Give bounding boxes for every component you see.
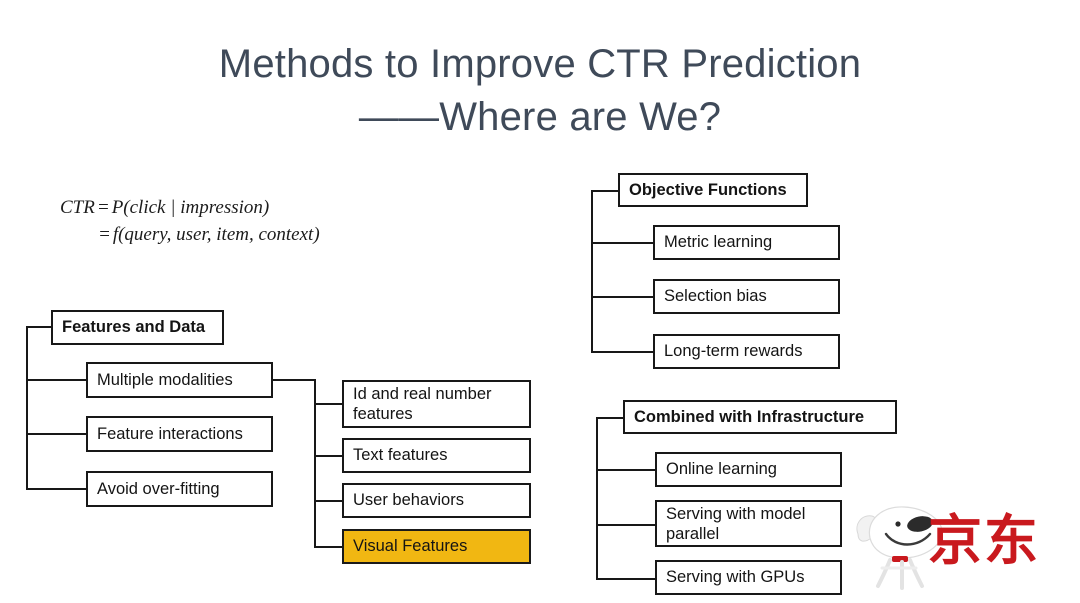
node-serving-with-model-parallel[interactable]: Serving with model parallel	[655, 500, 842, 547]
node-visual-features[interactable]: Visual Features	[342, 529, 531, 564]
node-label: Text features	[353, 446, 448, 464]
objective-trunk-vertical	[591, 190, 593, 353]
node-multiple-modalities[interactable]: Multiple modalities	[86, 362, 273, 398]
modality-detail-stub-1	[314, 403, 344, 405]
page-title-line2: ——Where are We?	[358, 95, 722, 139]
infrastructure-trunk-vertical	[596, 417, 598, 580]
node-objective-functions[interactable]: Objective Functions	[618, 173, 808, 207]
node-label: User behaviors	[353, 491, 464, 509]
infrastructure-trunk-stub-head	[596, 417, 625, 419]
jd-brand-text: 京东	[928, 509, 1040, 572]
modality-detail-connector	[271, 379, 316, 381]
node-label: Online learning	[666, 460, 777, 478]
ctr-formula-eq1: =	[96, 197, 110, 218]
node-long-term-rewards[interactable]: Long-term rewards	[653, 334, 840, 369]
node-features-and-data[interactable]: Features and Data	[51, 310, 224, 345]
modality-detail-stub-2	[314, 455, 344, 457]
features-trunk-stub-head	[26, 326, 53, 328]
page-title: Methods to Improve CTR Prediction ——Wher…	[0, 38, 1080, 144]
node-online-learning[interactable]: Online learning	[655, 452, 842, 487]
infrastructure-trunk-stub-3	[596, 578, 657, 580]
node-label: Serving with model parallel	[666, 504, 806, 543]
objective-trunk-stub-1	[591, 242, 654, 244]
ctr-formula-lhs: CTR	[60, 197, 95, 218]
objective-trunk-stub-head	[591, 190, 620, 192]
node-label: Feature interactions	[97, 424, 243, 443]
infrastructure-trunk-stub-2	[596, 524, 657, 526]
node-label: Metric learning	[664, 233, 773, 251]
ctr-formula-line2: = f(query, user, item, context)	[60, 221, 320, 248]
node-label: Objective Functions	[629, 180, 787, 199]
node-label: Long-term rewards	[664, 342, 803, 360]
node-label: Combined with Infrastructure	[634, 407, 865, 426]
ctr-formula: CTR = P(click | impression) = f(query, user…	[60, 194, 320, 248]
node-feature-interactions[interactable]: Feature interactions	[86, 416, 273, 452]
node-selection-bias[interactable]: Selection bias	[653, 279, 840, 314]
node-label: Id and real number features	[353, 385, 492, 423]
node-combined-with-infrastructure[interactable]: Combined with Infrastructure	[623, 400, 897, 434]
node-label: Features and Data	[62, 318, 206, 336]
node-label: Avoid over-fitting	[97, 479, 220, 498]
modality-detail-stub-3	[314, 500, 344, 502]
jd-logo: 京东	[852, 498, 1080, 598]
ctr-formula-rhs1: P(click | impression)	[111, 197, 270, 218]
page-title-line1: Methods to Improve CTR Prediction	[218, 42, 862, 86]
features-trunk-stub-3	[26, 488, 87, 490]
infrastructure-trunk-stub-1	[596, 469, 657, 471]
node-label: Selection bias	[664, 287, 767, 305]
node-serving-with-gpus[interactable]: Serving with GPUs	[655, 560, 842, 595]
modality-detail-stub-4	[314, 546, 344, 548]
node-id-and-real-number-features[interactable]: Id and real number features	[342, 380, 531, 428]
node-metric-learning[interactable]: Metric learning	[653, 225, 840, 260]
node-avoid-over-fitting[interactable]: Avoid over-fitting	[86, 471, 273, 507]
node-label: Multiple modalities	[97, 370, 233, 389]
node-user-behaviors[interactable]: User behaviors	[342, 483, 531, 518]
ctr-formula-rhs2: f(query, user, item, context)	[112, 224, 320, 245]
ctr-formula-eq2: =	[98, 224, 111, 245]
node-text-features[interactable]: Text features	[342, 438, 531, 473]
features-trunk-stub-1	[26, 379, 87, 381]
objective-trunk-stub-3	[591, 351, 654, 353]
ctr-formula-line1: CTR = P(click | impression)	[60, 197, 269, 218]
node-label: Visual Features	[353, 537, 468, 555]
objective-trunk-stub-2	[591, 296, 654, 298]
features-trunk-vertical	[26, 326, 28, 489]
features-trunk-stub-2	[26, 433, 87, 435]
node-label: Serving with GPUs	[666, 568, 805, 586]
